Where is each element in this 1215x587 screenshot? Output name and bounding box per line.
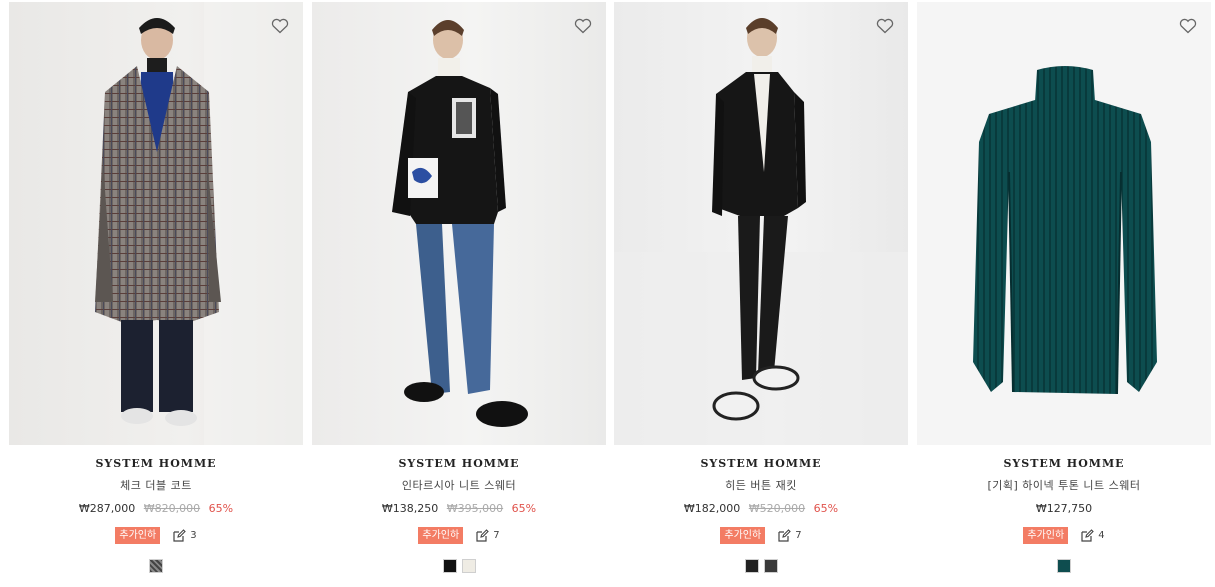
review-count: 7 — [795, 530, 802, 541]
sale-price: ₩127,750 — [1035, 502, 1093, 515]
review-count-link[interactable]: 7 — [777, 528, 802, 543]
review-count-link[interactable]: 4 — [1080, 528, 1105, 543]
product-name[interactable]: [기획] 하이넥 투톤 니트 스웨터 — [917, 477, 1211, 493]
edit-review-icon — [476, 528, 489, 542]
color-swatch-ivory[interactable] — [461, 559, 476, 573]
product-card[interactable]: SYSTEM HOMME [기획] 하이넥 투톤 니트 스웨터 ₩127,750… — [917, 0, 1212, 587]
product-brand[interactable]: SYSTEM HOMME — [312, 457, 606, 470]
color-swatch-green[interactable] — [1057, 559, 1071, 573]
product-name[interactable]: 인타르시아 니트 스웨터 — [312, 477, 606, 493]
product-card[interactable]: SYSTEM HOMME 체크 더블 코트 ₩287,000 ₩820,000 … — [9, 0, 304, 587]
discount-rate: 65% — [813, 502, 839, 515]
color-swatch-black[interactable] — [442, 559, 457, 573]
product-image[interactable] — [614, 2, 908, 445]
extra-discount-badge[interactable]: 추가인하 — [418, 527, 464, 544]
product-image[interactable] — [917, 2, 1211, 445]
color-swatches — [312, 559, 606, 573]
review-count-link[interactable]: 3 — [172, 528, 197, 543]
action-row: 추가인하 7 — [312, 527, 606, 544]
color-swatches — [614, 559, 908, 573]
heart-icon[interactable] — [574, 18, 592, 34]
color-swatches — [9, 559, 303, 573]
review-count-link[interactable]: 7 — [475, 528, 500, 543]
model-hidden-button-jacket-illustration — [614, 18, 908, 445]
edit-review-icon — [1081, 528, 1094, 542]
model-check-double-coat-illustration — [95, 2, 303, 445]
action-row: 추가인하 7 — [614, 527, 908, 544]
price-row: ₩287,000 ₩820,000 65% — [9, 502, 303, 515]
sale-price: ₩138,250 — [381, 502, 439, 515]
edit-review-icon — [173, 528, 186, 542]
price-row: ₩138,250 ₩395,000 65% — [312, 502, 606, 515]
product-image[interactable] — [9, 2, 303, 445]
color-swatch-check[interactable] — [149, 559, 163, 573]
product-highneck-knit-sweater-illustration — [973, 66, 1157, 395]
review-count: 7 — [493, 530, 500, 541]
product-name[interactable]: 히든 버튼 재킷 — [614, 477, 908, 493]
model-intarsia-knit-sweater-illustration — [392, 20, 528, 427]
color-swatches — [917, 559, 1211, 573]
extra-discount-badge[interactable]: 추가인하 — [1023, 527, 1069, 544]
product-grid: SYSTEM HOMME 체크 더블 코트 ₩287,000 ₩820,000 … — [0, 0, 1215, 587]
discount-rate: 65% — [511, 502, 537, 515]
action-row: 추가인하 4 — [917, 527, 1211, 544]
edit-review-icon — [778, 528, 791, 542]
extra-discount-badge[interactable]: 추가인하 — [115, 527, 161, 544]
review-count: 4 — [1098, 530, 1105, 541]
original-price: ₩820,000 — [143, 502, 201, 515]
sale-price: ₩182,000 — [683, 502, 741, 515]
price-row: ₩182,000 ₩520,000 65% — [614, 502, 908, 515]
product-brand[interactable]: SYSTEM HOMME — [614, 457, 908, 470]
sale-price: ₩287,000 — [78, 502, 136, 515]
discount-rate: 65% — [208, 502, 234, 515]
color-swatch-black[interactable] — [744, 559, 759, 573]
original-price: ₩520,000 — [748, 502, 806, 515]
action-row: 추가인하 3 — [9, 527, 303, 544]
product-image[interactable] — [312, 2, 606, 445]
price-row: ₩127,750 — [917, 502, 1211, 515]
color-swatch-charcoal[interactable] — [763, 559, 778, 573]
original-price: ₩395,000 — [446, 502, 504, 515]
product-brand[interactable]: SYSTEM HOMME — [9, 457, 303, 470]
heart-icon[interactable] — [1179, 18, 1197, 34]
extra-discount-badge[interactable]: 추가인하 — [720, 527, 766, 544]
review-count: 3 — [190, 530, 197, 541]
heart-icon[interactable] — [876, 18, 894, 34]
product-brand[interactable]: SYSTEM HOMME — [917, 457, 1211, 470]
heart-icon[interactable] — [271, 18, 289, 34]
product-card[interactable]: SYSTEM HOMME 인타르시아 니트 스웨터 ₩138,250 ₩395,… — [312, 0, 607, 587]
product-card[interactable]: SYSTEM HOMME 히든 버튼 재킷 ₩182,000 ₩520,000 … — [614, 0, 909, 587]
product-name[interactable]: 체크 더블 코트 — [9, 477, 303, 493]
